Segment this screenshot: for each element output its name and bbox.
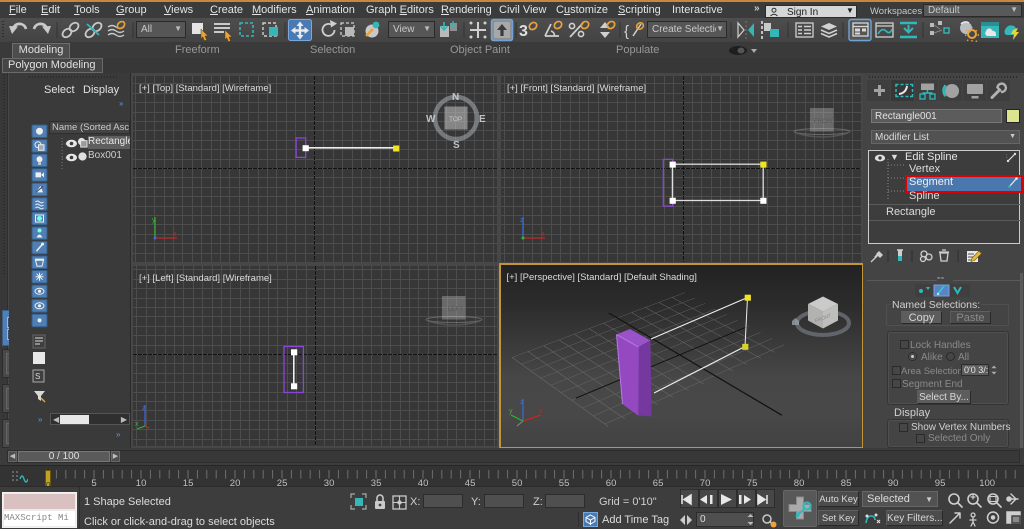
svg-text:x: x xyxy=(173,231,177,238)
svg-text:z: z xyxy=(142,405,146,412)
svg-text:S: S xyxy=(35,372,40,381)
svg-text:LEFT: LEFT xyxy=(448,306,464,313)
svg-text:{: { xyxy=(624,23,629,40)
svg-text:FRONT: FRONT xyxy=(814,118,836,125)
svg-text:S: S xyxy=(453,140,460,150)
svg-text::: : xyxy=(1006,154,1008,160)
svg-text:z: z xyxy=(520,217,524,224)
svg-text:x: x xyxy=(541,231,545,238)
svg-text:z: z xyxy=(520,399,524,406)
svg-text:W: W xyxy=(426,114,436,125)
svg-text:x: x xyxy=(135,421,139,428)
svg-text:y: y xyxy=(509,408,513,415)
svg-text:3: 3 xyxy=(519,23,528,40)
svg-text:E: E xyxy=(479,114,486,125)
svg-text:y: y xyxy=(152,217,156,224)
svg-text:x: x xyxy=(539,408,543,415)
svg-text:TOP: TOP xyxy=(449,116,462,123)
svg-text:N: N xyxy=(452,92,459,103)
